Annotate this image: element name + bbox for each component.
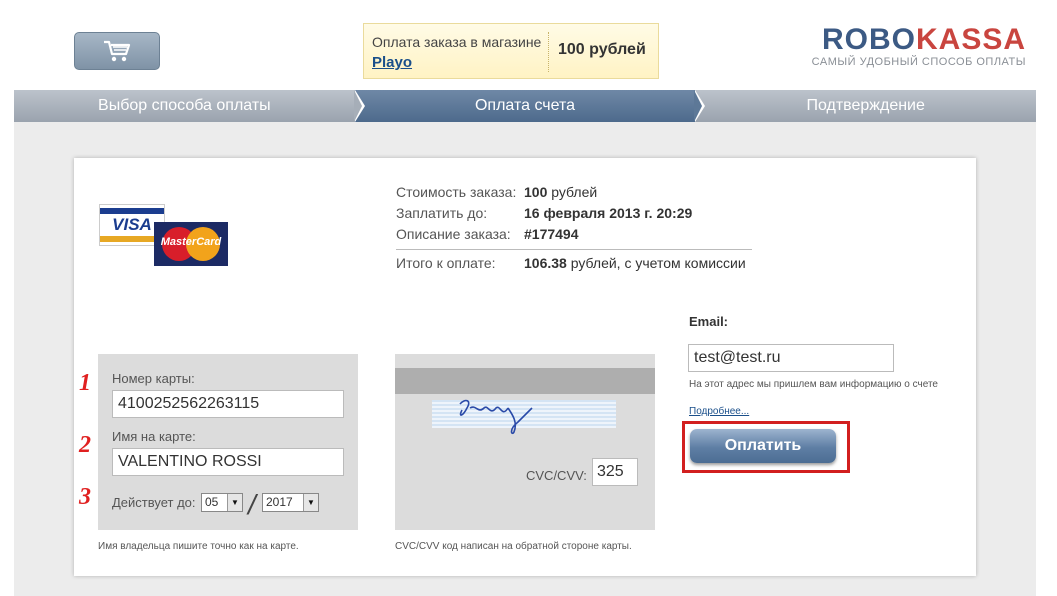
summary-key: Заплатить до: bbox=[396, 205, 488, 221]
summary-divider bbox=[396, 249, 752, 250]
robokassa-logo: ROBOKASSA САМЫЙ УДОБНЫЙ СПОСОБ ОПЛАТЫ bbox=[811, 23, 1026, 69]
cvc-label: CVC/CVV: bbox=[526, 468, 587, 483]
summary-row: Стоимость заказа: 100 рублей bbox=[396, 182, 752, 203]
email-label: Email: bbox=[689, 314, 729, 329]
card-back-form: CVC/CVV: 325 bbox=[395, 354, 655, 530]
summary-key: Стоимость заказа: bbox=[396, 184, 517, 200]
signature-icon bbox=[459, 399, 533, 435]
order-info-box: Оплата заказа в магазине Playo 100 рубле… bbox=[363, 23, 659, 79]
summary-value: #177494 bbox=[524, 226, 579, 242]
more-info-link[interactable]: Подробнее... bbox=[689, 406, 749, 417]
email-input[interactable]: test@test.ru bbox=[688, 344, 894, 372]
step-label: Выбор способа оплаты bbox=[98, 97, 271, 114]
summary-row: Заплатить до: 16 февраля 2013 г. 20:29 bbox=[396, 203, 752, 224]
step-arrow-fill bbox=[353, 90, 362, 122]
cvc-input[interactable]: 325 bbox=[592, 458, 638, 486]
pay-button[interactable]: Оплатить bbox=[690, 429, 836, 463]
card-front-form: Номер карты: 4100252562263115 Имя на кар… bbox=[98, 354, 358, 530]
step-label: Подтверждение bbox=[806, 97, 925, 114]
expiry-separator: / bbox=[248, 489, 256, 520]
expiry-month-select[interactable]: 05 ▼ bbox=[201, 493, 243, 512]
cvc-hint: CVC/CVV код написан на обратной стороне … bbox=[395, 541, 632, 552]
mastercard-logo-text: MasterCard bbox=[160, 236, 222, 248]
shop-link[interactable]: Playo bbox=[372, 54, 412, 71]
logo-slogan: САМЫЙ УДОБНЫЙ СПОСОБ ОПЛАТЫ bbox=[811, 56, 1026, 68]
payment-panel: VISA MasterCard Стоимость заказа: 100 ру… bbox=[74, 158, 976, 576]
card-name-label: Имя на карте: bbox=[112, 429, 196, 444]
step-choose-method: Выбор способа оплаты bbox=[14, 90, 365, 122]
expiry-month-value: 05 bbox=[205, 495, 219, 509]
chevron-down-icon: ▼ bbox=[303, 494, 318, 511]
logo-part-robo: ROBO bbox=[821, 23, 916, 56]
expiry-year-select[interactable]: 2017 ▼ bbox=[262, 493, 319, 512]
order-summary: Стоимость заказа: 100 рублей Заплатить д… bbox=[396, 182, 752, 274]
summary-suffix: рублей bbox=[547, 184, 598, 200]
mastercard-logo: MasterCard bbox=[154, 222, 228, 266]
total-suffix: рублей, с учетом комиссии bbox=[566, 255, 746, 271]
shopping-cart-icon bbox=[104, 40, 131, 62]
pay-button-highlight: Оплатить bbox=[682, 421, 850, 473]
divider bbox=[548, 32, 549, 72]
annotation-number: 1 bbox=[79, 370, 91, 396]
step-confirmation: Подтверждение bbox=[695, 90, 1036, 122]
card-name-hint: Имя владельца пишите точно как на карте. bbox=[98, 541, 299, 552]
summary-value: 16 февраля 2013 г. 20:29 bbox=[524, 205, 693, 221]
summary-total-row: Итого к оплате: 106.38 рублей, с учетом … bbox=[396, 253, 752, 274]
total-key: Итого к оплате: bbox=[396, 255, 496, 271]
annotation-number: 3 bbox=[79, 484, 91, 510]
signature-strip bbox=[432, 399, 616, 435]
card-number-label: Номер карты: bbox=[112, 371, 195, 386]
header: Оплата заказа в магазине Playo 100 рубле… bbox=[14, 10, 1036, 90]
card-name-input[interactable]: VALENTINO ROSSI bbox=[112, 448, 344, 476]
chevron-down-icon: ▼ bbox=[227, 494, 242, 511]
email-note: На этот адрес мы пришлем вам информацию … bbox=[689, 379, 938, 390]
annotation-number: 2 bbox=[79, 432, 91, 458]
steps-bar: Выбор способа оплаты Оплата счета Подтве… bbox=[14, 90, 1036, 130]
summary-row: Описание заказа: #177494 bbox=[396, 224, 752, 245]
summary-value: 100 bbox=[524, 184, 548, 200]
card-number-input[interactable]: 4100252562263115 bbox=[112, 390, 344, 418]
step-pay-invoice: Оплата счета bbox=[354, 90, 706, 130]
expiry-label: Действует до: bbox=[112, 495, 196, 510]
total-value: 106.38 bbox=[524, 255, 567, 271]
order-label: Оплата заказа в магазине bbox=[372, 34, 542, 50]
logo-part-kassa: KASSA bbox=[915, 23, 1026, 56]
expiry-year-value: 2017 bbox=[266, 495, 293, 509]
step-arrow-fill bbox=[694, 90, 703, 122]
cart-button[interactable] bbox=[74, 32, 160, 70]
summary-key: Описание заказа: bbox=[396, 226, 511, 242]
magnetic-stripe bbox=[395, 368, 655, 394]
order-amount: 100 рублей bbox=[558, 41, 646, 58]
step-label: Оплата счета bbox=[474, 97, 576, 114]
